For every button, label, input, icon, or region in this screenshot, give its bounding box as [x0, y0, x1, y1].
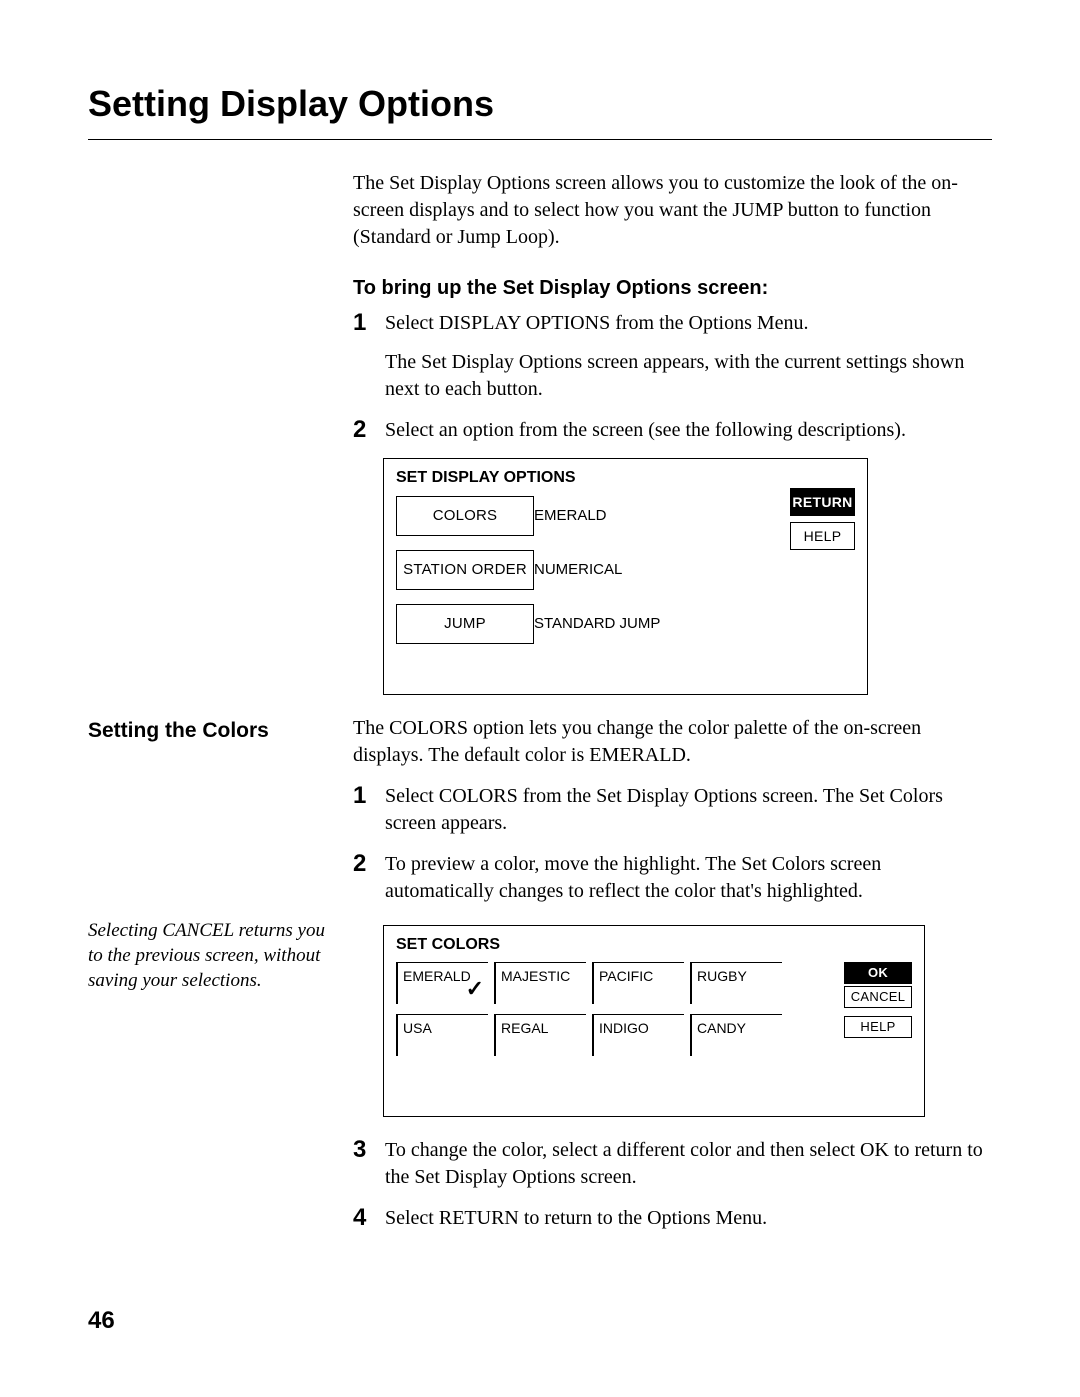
color-usa[interactable]: USA [396, 1014, 488, 1056]
return-button[interactable]: RETURN [790, 488, 855, 516]
color-rugby[interactable]: RUGBY [690, 962, 782, 1004]
color-candy[interactable]: CANDY [690, 1014, 782, 1056]
step-2: Select an option from the screen (see th… [353, 417, 992, 444]
color-majestic[interactable]: MAJESTIC [494, 962, 586, 1004]
sec2-step-4-text: Select RETURN to return to the Options M… [385, 1207, 767, 1229]
colors-value: EMERALD [534, 496, 660, 536]
title-rule [88, 139, 992, 140]
sec2-step-3: To change the color, select a different … [353, 1137, 992, 1191]
sec2-step-1-text: Select COLORS from the Set Display Optio… [385, 785, 943, 834]
color-emerald[interactable]: EMERALD ✓ [396, 962, 488, 1004]
station-order-value: NUMERICAL [534, 550, 660, 590]
sec2-step-1: Select COLORS from the Set Display Optio… [353, 783, 992, 837]
step-2-text: Select an option from the screen (see th… [385, 419, 906, 441]
help-button-2[interactable]: HELP [844, 1016, 912, 1038]
margin-note: Selecting CANCEL returns you to the prev… [88, 919, 337, 993]
section-heading: Setting the Colors [88, 717, 337, 745]
color-regal[interactable]: REGAL [494, 1014, 586, 1056]
intro-paragraph: The Set Display Options screen allows yo… [353, 170, 992, 251]
sec2-step-3-text: To change the color, select a different … [385, 1139, 983, 1188]
color-label: EMERALD [403, 968, 471, 984]
step-1-text: Select DISPLAY OPTIONS from the Options … [385, 312, 809, 334]
step-1-sub: The Set Display Options screen appears, … [385, 349, 992, 403]
howto-heading: To bring up the Set Display Options scre… [353, 275, 992, 302]
sec2-step-2: To preview a color, move the highlight. … [353, 851, 992, 905]
cancel-button[interactable]: CANCEL [844, 986, 912, 1008]
help-button[interactable]: HELP [790, 522, 855, 550]
section2-para: The COLORS option lets you change the co… [353, 715, 992, 769]
jump-value: STANDARD JUMP [534, 604, 660, 644]
sec2-step-4: Select RETURN to return to the Options M… [353, 1205, 992, 1232]
station-order-button[interactable]: STATION ORDER [396, 550, 534, 590]
sec2-step-2-text: To preview a color, move the highlight. … [385, 853, 881, 902]
page-title: Setting Display Options [88, 80, 992, 129]
colors-button[interactable]: COLORS [396, 496, 534, 536]
jump-button[interactable]: JUMP [396, 604, 534, 644]
panel1-title: SET DISPLAY OPTIONS [384, 459, 867, 489]
panel2-title: SET COLORS [384, 926, 924, 956]
color-pacific[interactable]: PACIFIC [592, 962, 684, 1004]
set-colors-panel: SET COLORS EMERALD ✓ MAJESTIC PACIFIC RU… [383, 925, 925, 1117]
color-indigo[interactable]: INDIGO [592, 1014, 684, 1056]
ok-button[interactable]: OK [844, 962, 912, 984]
check-icon: ✓ [466, 974, 484, 1004]
page-number: 46 [88, 1305, 115, 1337]
step-1: Select DISPLAY OPTIONS from the Options … [353, 310, 992, 403]
set-display-options-panel: SET DISPLAY OPTIONS COLORS EMERALD STATI… [383, 458, 868, 696]
